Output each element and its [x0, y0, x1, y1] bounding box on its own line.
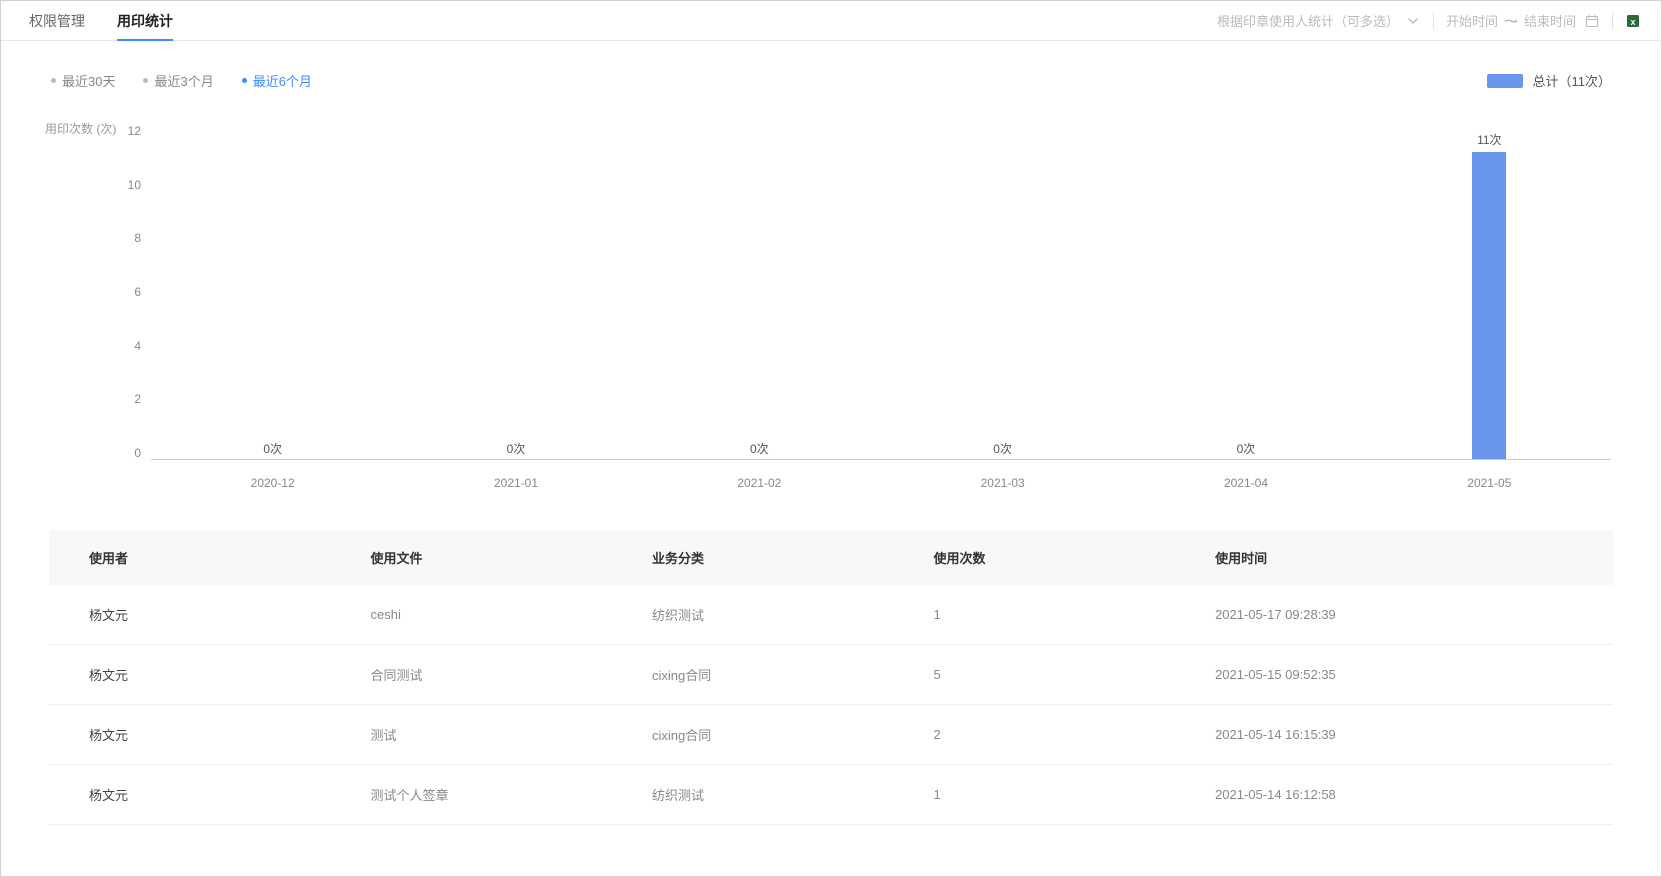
- plot-area: 0次 0次 0次 0次 0次 11次: [151, 124, 1611, 460]
- bar-value-label: 0次: [993, 440, 1012, 457]
- tab-permission[interactable]: 权限管理: [29, 1, 85, 40]
- col-time: 使用时间: [1175, 530, 1613, 585]
- table-row[interactable]: 杨文元ceshi纺织测试12021-05-17 09:28:39: [49, 585, 1613, 645]
- x-tick: 2021-02: [638, 476, 881, 490]
- range-row: 最近30天 最近3个月 最近6个月 总计（11次）: [1, 41, 1661, 100]
- cell-user: 杨文元: [49, 765, 331, 825]
- y-tick: 0: [134, 446, 141, 460]
- y-axis-title: 用印次数 (次): [45, 120, 116, 137]
- bar-value-label: 0次: [750, 440, 769, 457]
- table-row[interactable]: 杨文元测试个人签章纺织测试12021-05-14 16:12:58: [49, 765, 1613, 825]
- bar-slot: 0次: [151, 124, 394, 459]
- cell-category: 纺织测试: [612, 585, 894, 645]
- cell-time: 2021-05-17 09:28:39: [1175, 585, 1613, 645]
- calendar-icon: [1584, 13, 1600, 29]
- col-count: 使用次数: [894, 530, 1176, 585]
- bar-slot: 0次: [394, 124, 637, 459]
- bar-slot: 0次: [1124, 124, 1367, 459]
- x-tick: 2021-03: [881, 476, 1124, 490]
- col-user: 使用者: [49, 530, 331, 585]
- date-range-picker[interactable]: 开始时间 ～ 结束时间: [1446, 11, 1600, 30]
- user-filter-placeholder: 根据印章使用人统计（可多选）: [1217, 11, 1399, 30]
- range-last-3m[interactable]: 最近3个月: [143, 71, 213, 90]
- table-body: 杨文元ceshi纺织测试12021-05-17 09:28:39杨文元合同测试c…: [49, 585, 1613, 825]
- x-tick: 2021-01: [394, 476, 637, 490]
- cell-count: 5: [894, 645, 1176, 705]
- range-last-6m[interactable]: 最近6个月: [242, 71, 312, 90]
- x-tick: 2021-04: [1124, 476, 1367, 490]
- range-last-30d[interactable]: 最近30天: [51, 71, 115, 90]
- topbar: 权限管理 用印统计 根据印章使用人统计（可多选） 开始时间 ～ 结束时间 x: [1, 1, 1661, 41]
- range-label: 最近30天: [62, 71, 115, 90]
- cell-user: 杨文元: [49, 705, 331, 765]
- bar[interactable]: 11次: [1472, 152, 1506, 459]
- top-tabs: 权限管理 用印统计: [29, 1, 173, 40]
- chart-legend: 总计（11次）: [1487, 71, 1612, 90]
- export-icon[interactable]: x: [1625, 13, 1641, 29]
- cell-file: 合同测试: [331, 645, 613, 705]
- bar-slot: 0次: [638, 124, 881, 459]
- col-file: 使用文件: [331, 530, 613, 585]
- dot-icon: [51, 78, 56, 83]
- chevron-down-icon: [1405, 13, 1421, 29]
- cell-user: 杨文元: [49, 645, 331, 705]
- cell-category: cixing合同: [612, 705, 894, 765]
- y-tick: 12: [128, 124, 141, 138]
- bar-value-label: 11次: [1477, 131, 1501, 148]
- divider: [1612, 13, 1613, 29]
- start-date-placeholder: 开始时间: [1446, 11, 1498, 30]
- legend-label: 总计（11次）: [1533, 71, 1612, 90]
- y-axis-labels: 12 10 8 6 4 2 0: [111, 124, 141, 460]
- usage-table: 使用者 使用文件 业务分类 使用次数 使用时间 杨文元ceshi纺织测试1202…: [49, 530, 1613, 825]
- y-tick: 10: [128, 178, 141, 192]
- y-tick: 6: [134, 285, 141, 299]
- cell-count: 2: [894, 705, 1176, 765]
- user-filter-select[interactable]: 根据印章使用人统计（可多选）: [1217, 11, 1421, 30]
- range-label: 最近6个月: [253, 71, 312, 90]
- table-row[interactable]: 杨文元合同测试cixing合同52021-05-15 09:52:35: [49, 645, 1613, 705]
- bar-slot: 11次: [1368, 124, 1611, 459]
- dot-icon: [242, 78, 247, 83]
- cell-time: 2021-05-15 09:52:35: [1175, 645, 1613, 705]
- bar-value-label: 0次: [1237, 440, 1256, 457]
- x-tick: 2021-05: [1368, 476, 1611, 490]
- cell-file: 测试个人签章: [331, 765, 613, 825]
- col-category: 业务分类: [612, 530, 894, 585]
- y-tick: 2: [134, 392, 141, 406]
- bar-slot: 0次: [881, 124, 1124, 459]
- range-label: 最近3个月: [154, 71, 213, 90]
- cell-file: 测试: [331, 705, 613, 765]
- legend-swatch: [1487, 74, 1523, 88]
- cell-category: 纺织测试: [612, 765, 894, 825]
- usage-chart: 用印次数 (次) 121086420 0次0次0次0次0次11次 2020-12…: [51, 110, 1611, 490]
- bars-container: 0次 0次 0次 0次 0次 11次: [151, 124, 1611, 459]
- tab-usage-stats[interactable]: 用印统计: [117, 1, 173, 40]
- top-right: 根据印章使用人统计（可多选） 开始时间 ～ 结束时间 x: [1217, 11, 1641, 30]
- cell-count: 1: [894, 585, 1176, 645]
- date-range-separator: ～: [1504, 13, 1518, 28]
- x-tick: 2020-12: [151, 476, 394, 490]
- y-tick: 8: [134, 231, 141, 245]
- bar-value-label: 0次: [507, 440, 526, 457]
- y-tick: 4: [134, 339, 141, 353]
- cell-user: 杨文元: [49, 585, 331, 645]
- cell-time: 2021-05-14 16:12:58: [1175, 765, 1613, 825]
- dot-icon: [143, 78, 148, 83]
- table-header-row: 使用者 使用文件 业务分类 使用次数 使用时间: [49, 530, 1613, 585]
- bar-value-label: 0次: [263, 440, 282, 457]
- cell-count: 1: [894, 765, 1176, 825]
- x-axis-labels: 2020-122021-012021-022021-032021-042021-…: [151, 476, 1611, 490]
- cell-file: ceshi: [331, 585, 613, 645]
- cell-time: 2021-05-14 16:15:39: [1175, 705, 1613, 765]
- svg-text:x: x: [1630, 17, 1635, 27]
- end-date-placeholder: 结束时间: [1524, 11, 1576, 30]
- usage-table-wrap: 使用者 使用文件 业务分类 使用次数 使用时间 杨文元ceshi纺织测试1202…: [49, 530, 1613, 825]
- table-row[interactable]: 杨文元测试cixing合同22021-05-14 16:15:39: [49, 705, 1613, 765]
- cell-category: cixing合同: [612, 645, 894, 705]
- divider: [1433, 13, 1434, 29]
